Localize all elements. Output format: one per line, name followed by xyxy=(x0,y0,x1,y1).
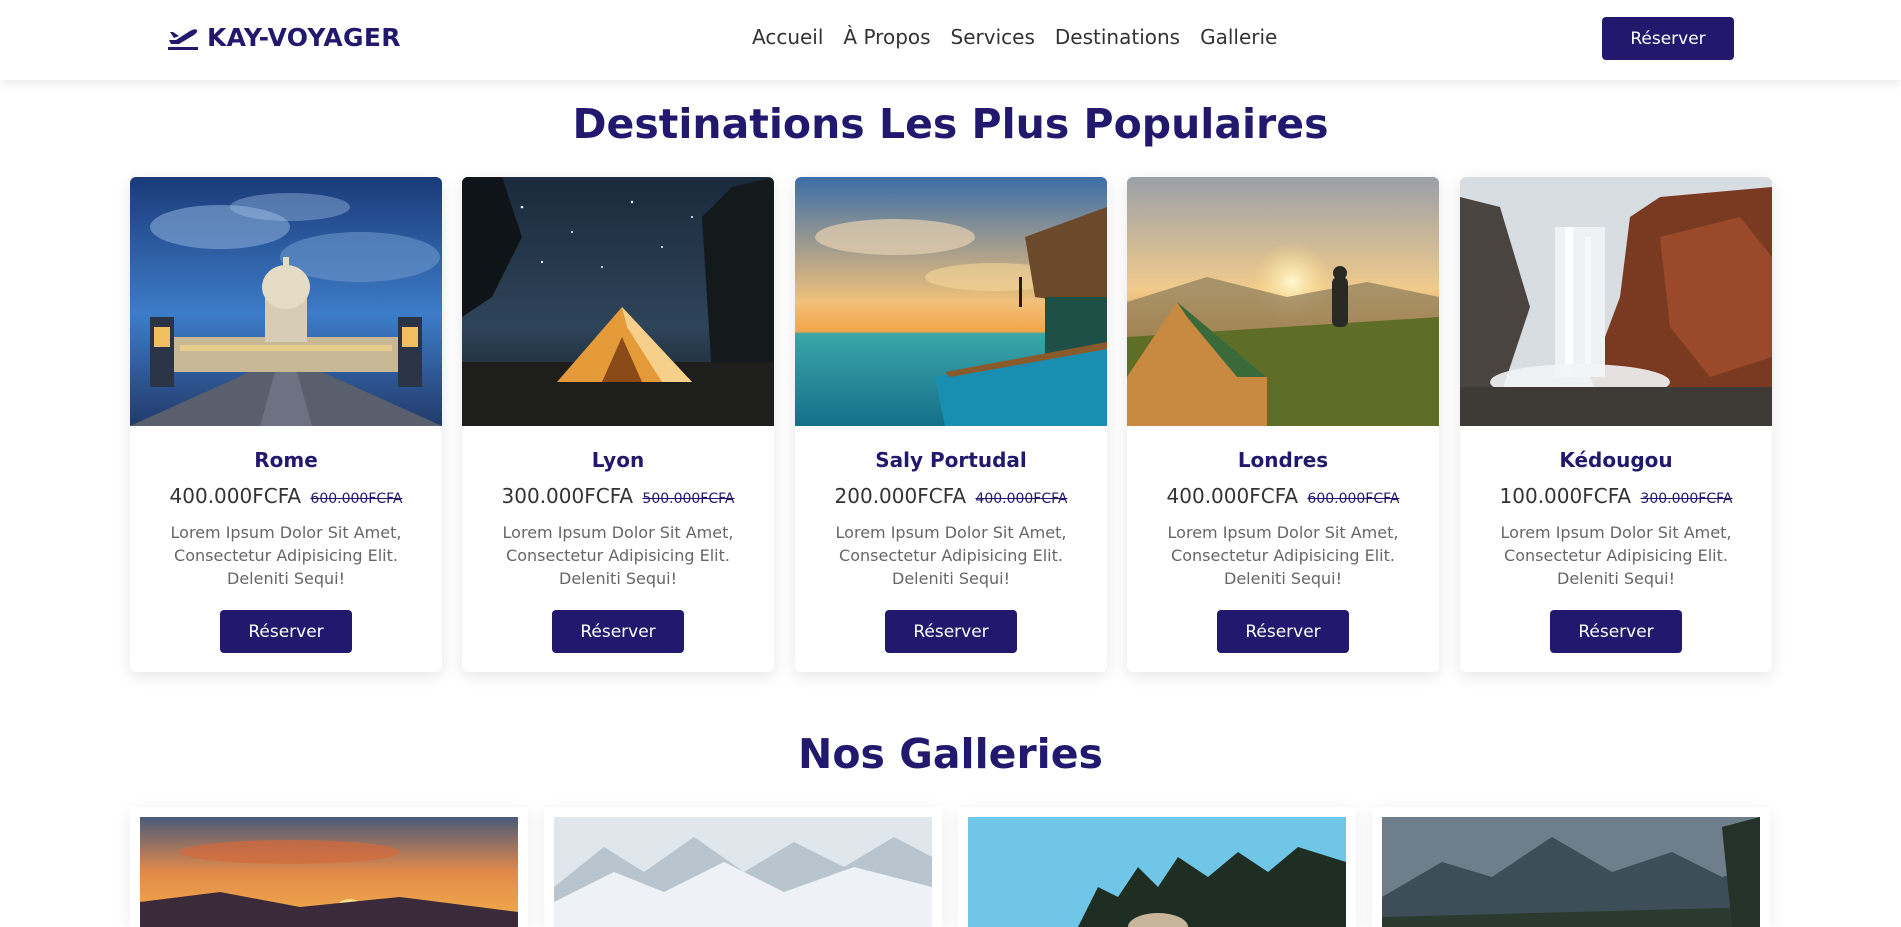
tent-under-stars-photo xyxy=(462,177,774,426)
old-price: 500.000FCFA xyxy=(642,491,735,507)
destination-price: 100.000FCFA 300.000FCFA xyxy=(1460,484,1772,508)
site-header: KAY-VOYAGER Accueil À Propos Services De… xyxy=(0,0,1901,80)
destination-description: Lorem Ipsum Dolor Sit Amet, Consectetur … xyxy=(170,523,402,588)
destination-name: Kédougou xyxy=(1559,448,1673,472)
destinations-title: Destinations Les Plus Populaires xyxy=(572,100,1329,148)
current-price: 100.000FCFA xyxy=(1499,484,1632,508)
reserve-button[interactable]: Réserver xyxy=(1217,610,1349,653)
destination-price: 200.000FCFA 400.000FCFA xyxy=(795,484,1107,508)
nav-services[interactable]: Services xyxy=(951,25,1035,49)
destination-description: Lorem Ipsum Dolor Sit Amet, Consectetur … xyxy=(1500,523,1732,588)
destination-price: 400.000FCFA 600.000FCFA xyxy=(1127,484,1439,508)
destination-card: Lyon 300.000FCFA 500.000FCFA Lorem Ipsum… xyxy=(462,177,774,672)
current-price: 400.000FCFA xyxy=(1166,484,1299,508)
destination-price: 400.000FCFA 600.000FCFA xyxy=(130,484,442,508)
header-reserve-button[interactable]: Réserver xyxy=(1602,17,1734,60)
brand-name: KAY-VOYAGER xyxy=(207,23,401,52)
destination-description: Lorem Ipsum Dolor Sit Amet, Consectetur … xyxy=(1167,523,1399,588)
nav-destinations[interactable]: Destinations xyxy=(1055,25,1180,49)
old-price: 400.000FCFA xyxy=(975,491,1068,507)
old-price: 600.000FCFA xyxy=(1307,491,1400,507)
mountain-valley-photo xyxy=(1382,817,1760,927)
capitol-building-night-photo xyxy=(130,177,442,426)
destination-card: Saly Portudal 200.000FCFA 400.000FCFA Lo… xyxy=(795,177,1107,672)
destination-name: Lyon xyxy=(591,448,645,472)
destination-name: Saly Portudal xyxy=(875,448,1027,472)
nav-accueil[interactable]: Accueil xyxy=(752,25,823,49)
galleries-title: Nos Galleries xyxy=(798,730,1103,778)
old-price: 300.000FCFA xyxy=(1640,491,1733,507)
current-price: 200.000FCFA xyxy=(834,484,967,508)
forest-lake-photo xyxy=(968,817,1346,927)
gallery-item[interactable] xyxy=(544,807,942,927)
destination-card: Londres 400.000FCFA 600.000FCFA Lorem Ip… xyxy=(1127,177,1439,672)
destination-name: Rome xyxy=(254,448,318,472)
destination-name: Londres xyxy=(1237,448,1329,472)
brand-logo[interactable]: KAY-VOYAGER xyxy=(167,23,401,52)
reserve-button[interactable]: Réserver xyxy=(885,610,1017,653)
gallery-item[interactable] xyxy=(958,807,1356,927)
sunset-sky-photo xyxy=(140,817,518,927)
destination-price: 300.000FCFA 500.000FCFA xyxy=(462,484,774,508)
nav-a-propos[interactable]: À Propos xyxy=(843,25,930,49)
current-price: 300.000FCFA xyxy=(501,484,634,508)
plane-icon xyxy=(168,28,198,50)
waterfall-cliff-photo xyxy=(1460,177,1772,426)
destination-description: Lorem Ipsum Dolor Sit Amet, Consectetur … xyxy=(835,523,1067,588)
main-nav: Accueil À Propos Services Destinations G… xyxy=(752,25,1277,49)
nav-gallerie[interactable]: Gallerie xyxy=(1200,25,1277,49)
reserve-button[interactable]: Réserver xyxy=(1550,610,1682,653)
destination-description: Lorem Ipsum Dolor Sit Amet, Consectetur … xyxy=(502,523,734,588)
sunset-ocean-pool-photo xyxy=(795,177,1107,426)
destination-card: Kédougou 100.000FCFA 300.000FCFA Lorem I… xyxy=(1460,177,1772,672)
reserve-button[interactable]: Réserver xyxy=(220,610,352,653)
reserve-button[interactable]: Réserver xyxy=(552,610,684,653)
destination-card: Rome 400.000FCFA 600.000FCFA Lorem Ipsum… xyxy=(130,177,442,672)
snowy-mountains-photo xyxy=(554,817,932,927)
gallery-item[interactable] xyxy=(1372,807,1770,927)
current-price: 400.000FCFA xyxy=(169,484,302,508)
old-price: 600.000FCFA xyxy=(310,491,403,507)
gallery-item[interactable] xyxy=(130,807,528,927)
tent-hiker-sunrise-photo xyxy=(1127,177,1439,426)
